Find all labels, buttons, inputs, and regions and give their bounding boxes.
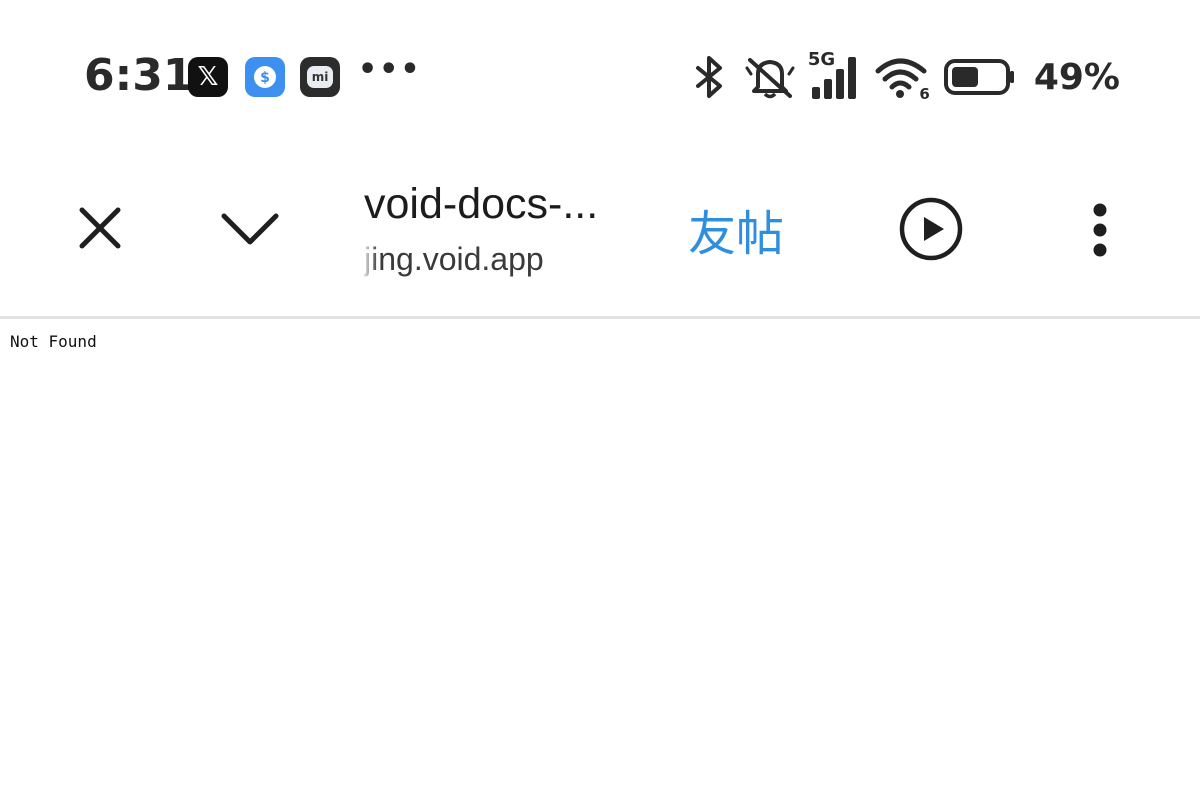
- silent-bell-icon: [745, 58, 795, 99]
- page-title-block[interactable]: void-docs-... jing.void.app: [364, 178, 654, 280]
- chevron-down-icon[interactable]: [220, 212, 280, 246]
- cellular-signal-icon: 5G: [808, 49, 860, 101]
- brand-button[interactable]: 友帖: [688, 194, 784, 264]
- svg-text:$: $: [260, 70, 270, 86]
- wifi-icon: 6: [874, 53, 930, 103]
- custom-tab-toolbar: void-docs-... jing.void.app 友帖: [0, 150, 1200, 316]
- page-url: jing.void.app: [364, 241, 544, 277]
- status-time: 6:31: [84, 50, 194, 101]
- play-icon[interactable]: [898, 196, 964, 262]
- page-body-text: Not Found: [10, 332, 97, 351]
- toolbar-divider: [0, 316, 1200, 319]
- wifi-generation-label: 6: [919, 85, 930, 103]
- battery-percent: 49%: [1033, 56, 1120, 98]
- battery-icon: [943, 59, 1014, 95]
- status-bar: 6:31 𝕏 $ mi ••• 5G 6 49%: [0, 0, 1200, 150]
- bluetooth-icon: [695, 56, 722, 98]
- more-options-icon[interactable]: [1088, 202, 1112, 258]
- more-notifications-icon: •••: [358, 52, 422, 87]
- page-title: void-docs-...: [364, 180, 599, 228]
- payment-app-icon: $: [245, 57, 285, 97]
- mi-app-icon: mi: [300, 57, 340, 97]
- close-icon[interactable]: [76, 204, 124, 252]
- x-app-icon: 𝕏: [188, 57, 228, 97]
